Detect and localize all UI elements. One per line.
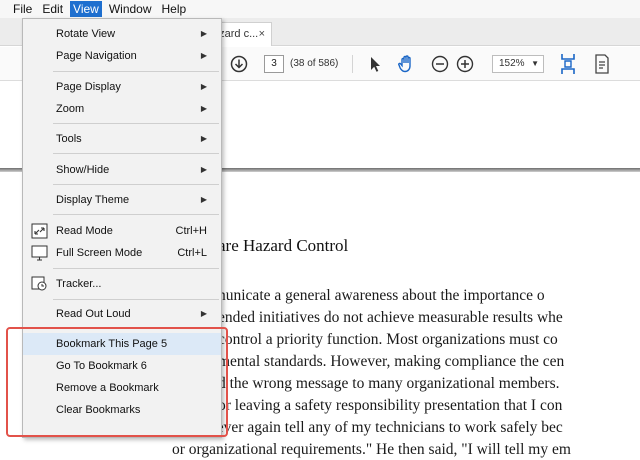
document-line: control a priority function. Most organi… [218,331,558,348]
chevron-right-icon: ▶ [200,165,207,174]
full-screen-icon [31,245,48,261]
scan-icon[interactable] [592,54,612,74]
view-menu: Rotate View ▶ Page Navigation ▶ Page Dis… [22,18,222,438]
zoom-level-select[interactable]: 152% ▼ [492,55,544,73]
shortcut-label: Ctrl+L [177,247,207,259]
menu-item-page-display[interactable]: Page Display ▶ [23,76,221,98]
toolbar-divider [352,55,353,73]
menu-help[interactable]: Help [159,1,190,17]
chevron-right-icon: ▶ [200,82,207,91]
tracker-icon [31,276,48,292]
document-line: ended initiatives do not achieve measura… [218,309,563,326]
down-arrow-circle-icon[interactable] [229,54,249,74]
menu-bar: File Edit View Window Help [0,0,640,18]
menu-item-display-theme[interactable]: Display Theme ▶ [23,189,221,211]
menu-divider [53,184,219,185]
page-number-input[interactable]: 3 [264,55,284,73]
zoom-level-value: 152% [499,58,525,69]
document-line: I will never again tell any of my techni… [172,419,563,436]
chevron-down-icon: ▼ [531,59,539,68]
menu-item-read-out-loud[interactable]: Read Out Loud ▶ [23,303,221,325]
menu-edit[interactable]: Edit [39,1,66,17]
menu-item-full-screen-mode[interactable]: Full Screen Mode Ctrl+L [23,242,221,264]
hand-icon[interactable] [396,54,418,74]
menu-file[interactable]: File [10,1,35,17]
menu-item-clear-bookmarks[interactable]: Clear Bookmarks [23,399,221,421]
menu-item-bookmark-this-page[interactable]: Bookmark This Page 5 [23,333,221,355]
zoom-out-icon[interactable] [430,54,450,74]
document-heading: are Hazard Control [218,236,349,255]
chevron-right-icon: ▶ [200,29,207,38]
read-mode-icon [31,223,48,239]
menu-divider [53,214,219,215]
chevron-right-icon: ▶ [200,195,207,204]
menu-divider [53,328,219,329]
chevron-right-icon: ▶ [200,104,207,113]
menu-view[interactable]: View [70,1,102,17]
chevron-right-icon: ▶ [200,309,207,318]
menu-divider [53,71,219,72]
zoom-in-icon[interactable] [455,54,475,74]
menu-divider [53,153,219,154]
document-line: mental standards. However, making compli… [218,353,565,370]
document-line: or organizational requirements." He then… [172,441,571,458]
menu-item-go-to-bookmark[interactable]: Go To Bookmark 6 [23,355,221,377]
page-count: (38 of 586) [290,58,339,69]
menu-divider [53,123,219,124]
close-tab-icon[interactable]: × [259,23,265,45]
menu-item-tools[interactable]: Tools ▶ [23,128,221,150]
chevron-right-icon: ▶ [200,51,207,60]
menu-item-zoom[interactable]: Zoom ▶ [23,98,221,120]
document-line: or leaving a safety responsibility prese… [218,397,563,414]
menu-item-tracker[interactable]: Tracker... [23,273,221,295]
chevron-right-icon: ▶ [200,134,207,143]
menu-window[interactable]: Window [106,1,155,17]
document-line: nunicate a general awareness about the i… [218,287,545,304]
menu-item-read-mode[interactable]: Read Mode Ctrl+H [23,220,221,242]
menu-divider [53,299,219,300]
menu-item-page-navigation[interactable]: Page Navigation ▶ [23,45,221,67]
menu-divider [53,268,219,269]
fit-page-icon[interactable] [558,54,578,74]
document-line: d the wrong message to many organization… [218,375,560,392]
menu-item-remove-bookmark[interactable]: Remove a Bookmark [23,377,221,399]
pointer-icon[interactable] [366,54,384,74]
shortcut-label: Ctrl+H [175,225,207,237]
menu-item-show-hide[interactable]: Show/Hide ▶ [23,159,221,181]
menu-item-rotate-view[interactable]: Rotate View ▶ [23,23,221,45]
